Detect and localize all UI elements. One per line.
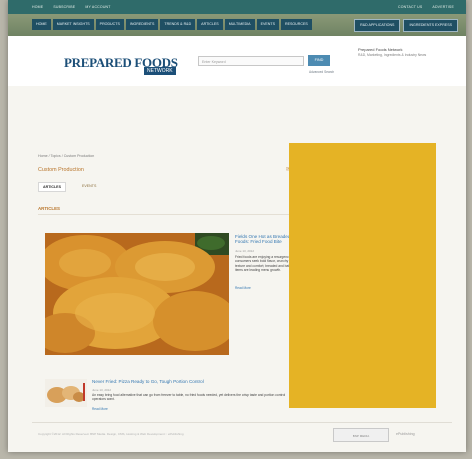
article-thumbnail[interactable] bbox=[45, 379, 87, 407]
nav-home[interactable]: HOME bbox=[32, 19, 51, 30]
utility-link-home[interactable]: HOME bbox=[32, 5, 43, 9]
breadcrumb[interactable]: Home / Topics / Custom Production bbox=[38, 154, 94, 158]
article-image-fried-food[interactable] bbox=[45, 233, 229, 355]
nav-multimedia[interactable]: MULTIMEDIA bbox=[224, 19, 255, 30]
nav-market-insights[interactable]: MARKET INSIGHTS bbox=[52, 19, 94, 30]
article-summary: An easy bring food alternative that can … bbox=[92, 393, 286, 402]
read-more-link[interactable]: Read More bbox=[92, 407, 108, 411]
promo-text: R&D, Marketing, Ingredients & Industry N… bbox=[358, 53, 427, 57]
advertisement-placeholder[interactable] bbox=[289, 143, 436, 408]
article-date: June 13, 2012 bbox=[92, 388, 112, 392]
site-header: PREPARED FOODS NETWORK Enter Keyword FIN… bbox=[8, 36, 466, 86]
utility-link-account[interactable]: MY ACCOUNT bbox=[85, 5, 110, 9]
advanced-search-link[interactable]: Advanced Search bbox=[309, 70, 334, 74]
nav-trends[interactable]: TRENDS & R&D bbox=[160, 19, 196, 30]
footer-brand[interactable]: ePublishing bbox=[396, 432, 415, 436]
utility-link-advertise[interactable]: ADVERTISE bbox=[432, 5, 454, 9]
utility-bar: HOME SUBSCRIBE MY ACCOUNT CONTACT US ADV… bbox=[8, 0, 466, 14]
site-logo-sub: NETWORK bbox=[144, 67, 176, 75]
browser-page: HOME SUBSCRIBE MY ACCOUNT CONTACT US ADV… bbox=[8, 0, 466, 452]
section-divider bbox=[38, 214, 294, 215]
nav-ingredients[interactable]: INGREDIENTS bbox=[125, 19, 159, 30]
search-button[interactable]: FIND bbox=[308, 55, 330, 66]
article-date: June 13, 2012 bbox=[235, 249, 255, 253]
fried-food-illustration bbox=[45, 233, 229, 355]
footer-badge[interactable]: BNP MEDIA bbox=[333, 428, 389, 442]
footer-divider bbox=[32, 422, 452, 423]
tab-events[interactable]: EVENTS bbox=[78, 182, 100, 192]
nav-ingredients-express[interactable]: INGREDIENTS EXPRESS bbox=[403, 19, 458, 32]
nav-products[interactable]: PRODUCTS bbox=[95, 19, 124, 30]
nav-events[interactable]: EVENTS bbox=[256, 19, 279, 30]
tab-articles[interactable]: ARTICLES bbox=[38, 182, 66, 192]
header-promo[interactable]: Prepared Foods Network R&D, Marketing, I… bbox=[358, 47, 458, 57]
article-title[interactable]: Never Fried: Pizza Ready to Go, Tough Po… bbox=[92, 379, 204, 384]
section-heading: ARTICLES bbox=[38, 206, 60, 211]
footer-copyright: Copyright ©2012. All Rights Reserved. BN… bbox=[38, 432, 184, 436]
page-title: Custom Production bbox=[38, 167, 84, 173]
content-tabs: ARTICLES EVENTS bbox=[38, 182, 100, 192]
nav-articles[interactable]: ARTICLES bbox=[197, 19, 223, 30]
main-nav: HOME MARKET INSIGHTS PRODUCTS INGREDIENT… bbox=[8, 14, 466, 36]
promo-title: Prepared Foods Network bbox=[358, 47, 403, 52]
utility-link-contact[interactable]: CONTACT US bbox=[398, 5, 422, 9]
utility-link-subscribe[interactable]: SUBSCRIBE bbox=[53, 5, 75, 9]
nav-rd-applications[interactable]: R&D APPLICATIONS bbox=[354, 19, 401, 32]
read-more-link[interactable]: Read More bbox=[235, 286, 251, 290]
food-thumbnail-illustration bbox=[45, 379, 87, 407]
article-summary: Fried foods are enjoying a resurgence as… bbox=[235, 255, 297, 273]
nav-resources[interactable]: RESOURCES bbox=[280, 19, 312, 30]
search-input[interactable]: Enter Keyword bbox=[198, 56, 304, 66]
article-title[interactable]: Fields One Hot as Breaded Foods: Fried F… bbox=[235, 234, 295, 245]
